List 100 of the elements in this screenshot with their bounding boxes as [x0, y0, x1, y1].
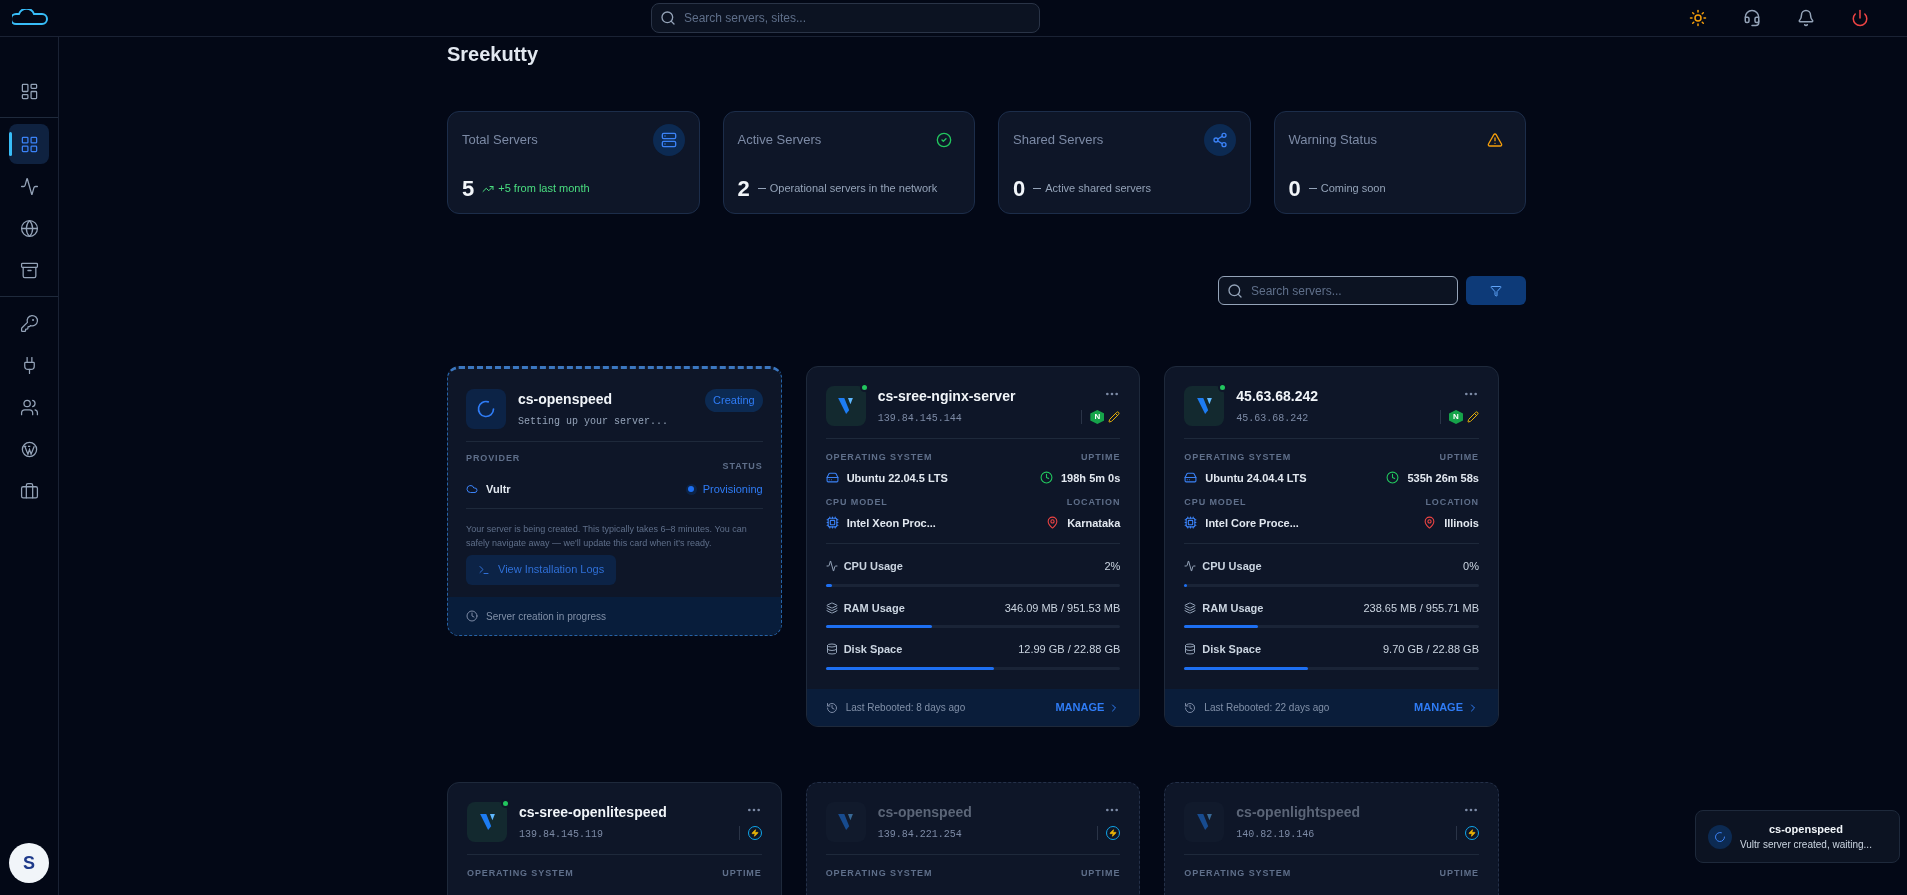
- manage-button[interactable]: MANAGE: [1414, 699, 1479, 716]
- metric-label: RAM Usage: [843, 600, 905, 616]
- user-avatar[interactable]: S: [9, 843, 49, 883]
- metric-label: RAM Usage: [1202, 600, 1264, 616]
- last-rebooted: Last Rebooted: 22 days ago: [1204, 701, 1330, 715]
- support-button[interactable]: [1743, 9, 1761, 27]
- nginx-badge: N: [1090, 410, 1105, 424]
- vultr-icon: [1196, 814, 1212, 830]
- terminal-icon: [478, 563, 490, 576]
- stat-note: Coming soon: [1320, 181, 1386, 197]
- status-value: Provisioning: [702, 482, 763, 497]
- server-search-field[interactable]: Search servers...: [1218, 276, 1458, 305]
- toast-title: cs-openspeed: [1768, 821, 1843, 837]
- server-name: 45.63.68.242: [1236, 387, 1320, 406]
- vultr-icon: [1196, 398, 1212, 414]
- metric-reading: 2%: [1104, 559, 1121, 574]
- notifications-button[interactable]: [1797, 9, 1815, 27]
- server-name: cs-openspeed: [518, 390, 614, 409]
- status-dot: [685, 483, 697, 495]
- users-icon: [19, 397, 39, 417]
- field-label: OPERATING SYSTEM: [1184, 451, 1293, 464]
- metric-reading: 12.99 GB / 22.88 GB: [1018, 642, 1121, 657]
- vultr-icon: [838, 814, 854, 830]
- view-logs-button[interactable]: View Installation Logs: [466, 554, 617, 585]
- search-field[interactable]: Search servers, sites...: [651, 3, 1040, 33]
- server-ip: 45.63.68.242: [1236, 412, 1310, 426]
- search-input[interactable]: Search servers, sites...: [684, 4, 1031, 32]
- stat-note: +5 from last month: [498, 181, 590, 197]
- layers-icon: [825, 601, 838, 614]
- field-label: UPTIME: [722, 867, 762, 880]
- manage-button[interactable]: MANAGE: [1055, 699, 1121, 716]
- toast-message: Vultr server created, waiting...: [1740, 838, 1872, 853]
- activity-icon: [1184, 560, 1197, 573]
- server-icon: [652, 124, 685, 156]
- stat-label: Warning Status: [1288, 131, 1377, 150]
- spinner-icon: [1708, 824, 1732, 849]
- theme-toggle-button[interactable]: [1689, 9, 1707, 27]
- filter-button[interactable]: [1466, 276, 1526, 305]
- field-label: OPERATING SYSTEM: [825, 867, 933, 880]
- globe-icon: [19, 218, 39, 238]
- stat-label: Shared Servers: [1013, 131, 1104, 150]
- creation-status: Server creation in progress: [486, 609, 607, 624]
- vultr-icon: [838, 398, 854, 414]
- cpu-icon: [825, 516, 839, 530]
- provider-value: Vultr: [486, 482, 511, 497]
- database-icon: [825, 643, 838, 656]
- reboot-icon: [825, 701, 838, 714]
- database-icon: [1184, 643, 1197, 656]
- clock-icon: [466, 610, 478, 622]
- uptime-value: 198h 5m 0s: [1061, 470, 1121, 486]
- cpu-value: Intel Core Proce...: [1205, 515, 1299, 531]
- server-search-input[interactable]: Search servers...: [1251, 277, 1449, 304]
- archive-icon: [19, 260, 39, 280]
- clock-icon: [1386, 471, 1400, 485]
- drive-icon: [1184, 471, 1198, 485]
- os-value: Ubuntu 22.04.5 LTS: [846, 470, 948, 486]
- nginx-badge: N: [1449, 410, 1463, 424]
- activity-icon: [19, 176, 39, 196]
- last-rebooted: Last Rebooted: 8 days ago: [845, 701, 966, 715]
- field-label: UPTIME: [1080, 451, 1121, 464]
- clock-icon: [1040, 471, 1053, 485]
- os-value: Ubuntu 24.04.4 LTS: [1205, 470, 1307, 486]
- drive-icon: [825, 471, 839, 485]
- metric-reading: 0%: [1463, 559, 1479, 574]
- field-label: LOCATION: [1066, 496, 1121, 509]
- server-ip: 139.84.221.254: [877, 828, 963, 842]
- wordpress-icon: [19, 439, 39, 459]
- cpu-value: Intel Xeon Proc...: [846, 515, 936, 531]
- server-ip: 139.84.145.119: [519, 828, 604, 842]
- cloud-icon: [466, 483, 478, 496]
- dashboard-icon: [19, 81, 39, 101]
- field-label: CPU MODEL: [1184, 496, 1248, 509]
- briefcase-icon: [19, 481, 39, 501]
- uptime-value: 535h 26m 58s: [1407, 470, 1479, 486]
- logout-button[interactable]: [1851, 9, 1869, 27]
- metric-reading: 238.65 MB / 955.71 MB: [1363, 600, 1479, 616]
- server-name: cs-sree-openlitespeed: [519, 803, 668, 822]
- spinner-icon: [466, 389, 506, 429]
- vultr-icon: [479, 814, 495, 830]
- field-label: OPERATING SYSTEM: [467, 867, 574, 880]
- stat-value: 0: [1013, 175, 1026, 203]
- stat-value: 0: [1288, 175, 1301, 203]
- stat-note: Active shared servers: [1045, 181, 1151, 197]
- filter-icon: [1490, 284, 1502, 297]
- stat-label: Active Servers: [737, 131, 822, 150]
- field-label: OPERATING SYSTEM: [1184, 867, 1292, 880]
- server-ip: 139.84.145.144: [877, 412, 963, 426]
- pencil-icon: [1108, 411, 1121, 423]
- field-label: UPTIME: [1080, 867, 1121, 880]
- reboot-icon: [1184, 701, 1197, 714]
- server-name: cs-sree-nginx-server: [877, 387, 1017, 406]
- metric-reading: 346.09 MB / 951.53 MB: [1004, 600, 1121, 616]
- pencil-icon: [1467, 411, 1479, 423]
- metric-label: CPU Usage: [843, 559, 903, 574]
- map-pin-icon: [1423, 516, 1437, 530]
- sidebar-item[interactable]: [9, 124, 49, 164]
- page-title: Sreekutty: [447, 42, 540, 67]
- field-label: UPTIME: [1439, 867, 1479, 880]
- field-label: LOCATION: [1425, 496, 1479, 509]
- field-label: UPTIME: [1439, 451, 1479, 464]
